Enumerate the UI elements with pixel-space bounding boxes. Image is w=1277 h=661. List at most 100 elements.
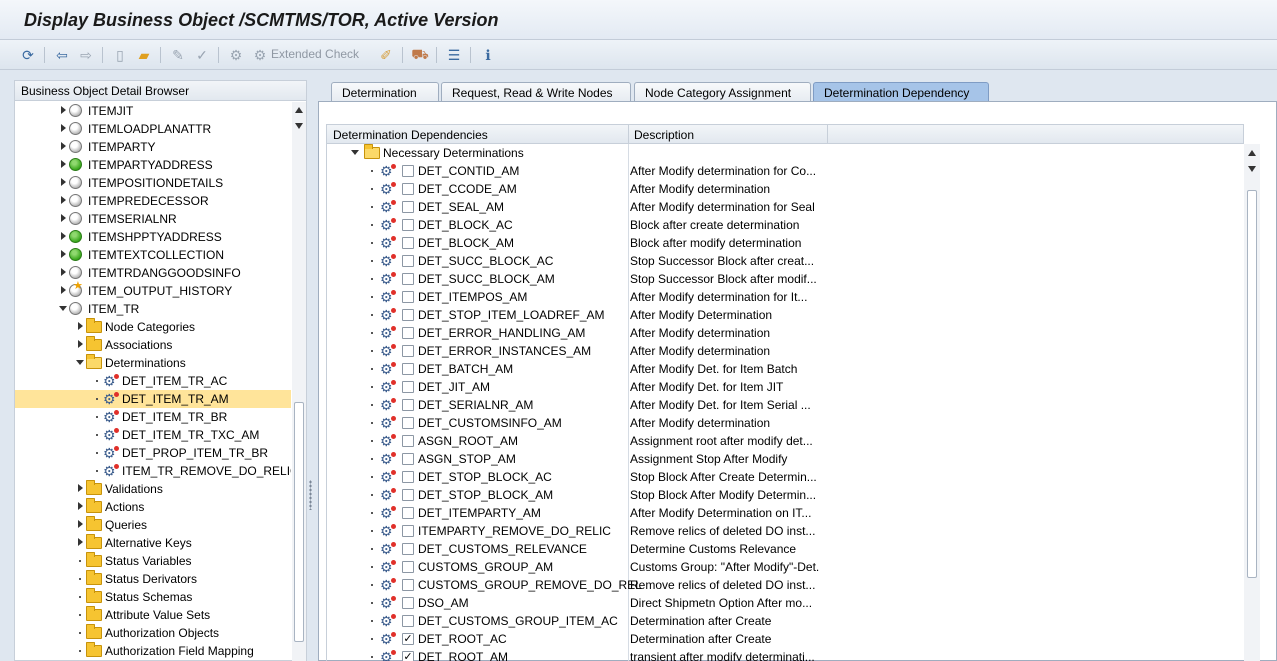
tree-node[interactable]: Associations <box>15 336 291 354</box>
table-row[interactable]: ⚙ DET_ERROR_INSTANCES_AM After Modify dete… <box>327 342 1244 360</box>
row-checkbox[interactable] <box>402 237 414 249</box>
row-checkbox[interactable]: ✓ <box>402 651 414 661</box>
tree-node[interactable]: ⚙ DET_ITEM_TR_TXC_AM <box>15 426 291 444</box>
tab-node-category-assignment[interactable]: Node Category Assignment <box>634 82 811 102</box>
other-object-icon[interactable]: ⟳ <box>18 45 38 65</box>
check-icon[interactable]: ✓ <box>192 45 212 65</box>
collapsed-icon[interactable] <box>78 520 83 528</box>
row-checkbox[interactable] <box>402 561 414 573</box>
tab-request-read-write-nodes[interactable]: Request, Read & Write Nodes <box>441 82 631 102</box>
table-row[interactable]: ⚙ ITEMPARTY_REMOVE_DO_RELIC Remove relics … <box>327 522 1244 540</box>
table-row[interactable]: ⚙ DET_CUSTOMS_RELEVANCE Determine Customs… <box>327 540 1244 558</box>
tree-node[interactable]: Authorization Objects <box>15 624 291 642</box>
browser-scrollbar[interactable] <box>292 102 306 661</box>
tree-node[interactable]: ⚙ ITEM_TR_REMOVE_DO_RELIC <box>15 462 291 480</box>
table-row[interactable]: ⚙ DET_STOP_BLOCK_AC Stop Block After Creat… <box>327 468 1244 486</box>
tree-node[interactable]: ⚙ DET_ITEM_TR_BR <box>15 408 291 426</box>
transport-icon[interactable]: ⛟ <box>410 45 430 65</box>
tree-node[interactable]: ITEMJIT <box>15 102 291 120</box>
tree-node[interactable]: ITEMPARTYADDRESS <box>15 156 291 174</box>
tree-node[interactable]: Queries <box>15 516 291 534</box>
scroll-up-icon[interactable] <box>295 107 303 113</box>
collapsed-icon[interactable] <box>78 322 83 330</box>
table-row[interactable]: ⚙ DET_CCODE_AM After Modify determination <box>327 180 1244 198</box>
tree-node[interactable]: ITEMSHPPTYADDRESS <box>15 228 291 246</box>
scroll-thumb[interactable] <box>1247 190 1257 578</box>
row-checkbox[interactable] <box>402 291 414 303</box>
tree-node[interactable]: Attribute Value Sets <box>15 606 291 624</box>
scroll-thumb[interactable] <box>294 402 304 642</box>
collapsed-icon[interactable] <box>61 268 66 276</box>
column-header-dependencies[interactable]: Determination Dependencies <box>333 128 488 142</box>
open-folder-icon[interactable]: ▰ <box>134 45 154 65</box>
tree-node[interactable]: ITEMSERIALNR <box>15 210 291 228</box>
table-row[interactable]: ⚙ DET_CUSTOMSINFO_AM After Modify determin… <box>327 414 1244 432</box>
tree-node[interactable]: Node Categories <box>15 318 291 336</box>
tree-node[interactable]: Determinations <box>15 354 291 372</box>
column-header-description[interactable]: Description <box>634 128 694 142</box>
row-checkbox[interactable] <box>402 183 414 195</box>
row-checkbox[interactable] <box>402 165 414 177</box>
table-row[interactable]: ⚙ DSO_AM Direct Shipmetn Option After mo..… <box>327 594 1244 612</box>
table-scrollbar[interactable] <box>1244 144 1260 661</box>
row-checkbox[interactable] <box>402 399 414 411</box>
row-checkbox[interactable] <box>402 219 414 231</box>
table-row[interactable]: ⚙ DET_JIT_AM After Modify Det. for Item JI… <box>327 378 1244 396</box>
forward-icon[interactable]: ⇨ <box>76 45 96 65</box>
tree-node[interactable]: ITEMPARTY <box>15 138 291 156</box>
tree-node[interactable]: Status Derivators <box>15 570 291 588</box>
row-checkbox[interactable]: ✓ <box>402 633 414 645</box>
collapsed-icon[interactable] <box>61 178 66 186</box>
collapsed-icon[interactable] <box>61 142 66 150</box>
table-row[interactable]: ⚙ DET_STOP_ITEM_LOADREF_AM After Modify De… <box>327 306 1244 324</box>
display-change-icon[interactable]: ✎ <box>168 45 188 65</box>
table-row[interactable]: ⚙ DET_BATCH_AM After Modify Det. for Item … <box>327 360 1244 378</box>
table-row[interactable]: ⚙ DET_ITEMPOS_AM After Modify determinatio… <box>327 288 1244 306</box>
row-checkbox[interactable] <box>402 525 414 537</box>
expanded-icon[interactable] <box>76 360 84 365</box>
row-checkbox[interactable] <box>402 273 414 285</box>
tree-node[interactable]: ITEM_OUTPUT_HISTORY <box>15 279 291 300</box>
table-row[interactable]: ⚙ DET_STOP_BLOCK_AM Stop Block After Modif… <box>327 486 1244 504</box>
tree-node[interactable]: ITEMPREDECESSOR <box>15 192 291 210</box>
table-row[interactable]: ⚙ ✓ DET_ROOT_AM transient after modify dete… <box>327 648 1244 661</box>
create-icon[interactable]: ▯ <box>110 45 130 65</box>
expanded-icon[interactable] <box>351 150 359 155</box>
scroll-down-icon[interactable] <box>295 123 303 129</box>
table-row[interactable]: ⚙ DET_BLOCK_AC Block after create determin… <box>327 216 1244 234</box>
tab-determination-dependency[interactable]: Determination Dependency <box>813 82 989 102</box>
table-row[interactable]: ⚙ ASGN_ROOT_AM Assignment root after modif… <box>327 432 1244 450</box>
row-checkbox[interactable] <box>402 417 414 429</box>
back-icon[interactable]: ⇦ <box>52 45 72 65</box>
row-checkbox[interactable] <box>402 201 414 213</box>
row-checkbox[interactable] <box>402 435 414 447</box>
table-row[interactable]: ⚙ DET_BLOCK_AM Block after modify determin… <box>327 234 1244 252</box>
tree-node[interactable]: Authorization Field Mapping <box>15 642 291 660</box>
row-checkbox[interactable] <box>402 345 414 357</box>
where-used-icon[interactable]: ✐ <box>376 45 396 65</box>
table-row[interactable]: ⚙ DET_SUCC_BLOCK_AM Stop Successor Block a… <box>327 270 1244 288</box>
collapsed-icon[interactable] <box>78 340 83 348</box>
table-row[interactable]: ⚙ DET_CONTID_AM After Modify determination… <box>327 162 1244 180</box>
activate-icon[interactable]: ⚙ <box>226 45 246 65</box>
table-row[interactable]: ⚙ DET_CUSTOMS_GROUP_ITEM_AC Determination … <box>327 612 1244 630</box>
collapsed-icon[interactable] <box>61 286 66 294</box>
tree-node[interactable]: Actions <box>15 498 291 516</box>
display-object-list-icon[interactable]: ☰ <box>444 45 464 65</box>
tree-node[interactable]: Status Variables <box>15 552 291 570</box>
row-checkbox[interactable] <box>402 615 414 627</box>
collapsed-icon[interactable] <box>61 196 66 204</box>
info-icon[interactable]: ℹ <box>478 45 498 65</box>
row-checkbox[interactable] <box>402 327 414 339</box>
table-row[interactable]: ⚙ ASGN_STOP_AM Assignment Stop After Modif… <box>327 450 1244 468</box>
tree-node[interactable]: ⚙ DET_ITEM_TR_AC <box>15 372 291 390</box>
tab-determination[interactable]: Determination <box>331 82 439 102</box>
scroll-up-icon[interactable] <box>1248 150 1256 156</box>
collapsed-icon[interactable] <box>61 160 66 168</box>
row-checkbox[interactable] <box>402 507 414 519</box>
tree-node[interactable]: Status Schemas <box>15 588 291 606</box>
expanded-icon[interactable] <box>59 306 67 311</box>
row-checkbox[interactable] <box>402 255 414 267</box>
tree-node[interactable]: ITEMPOSITIONDETAILS <box>15 174 291 192</box>
panel-splitter[interactable] <box>307 80 315 661</box>
